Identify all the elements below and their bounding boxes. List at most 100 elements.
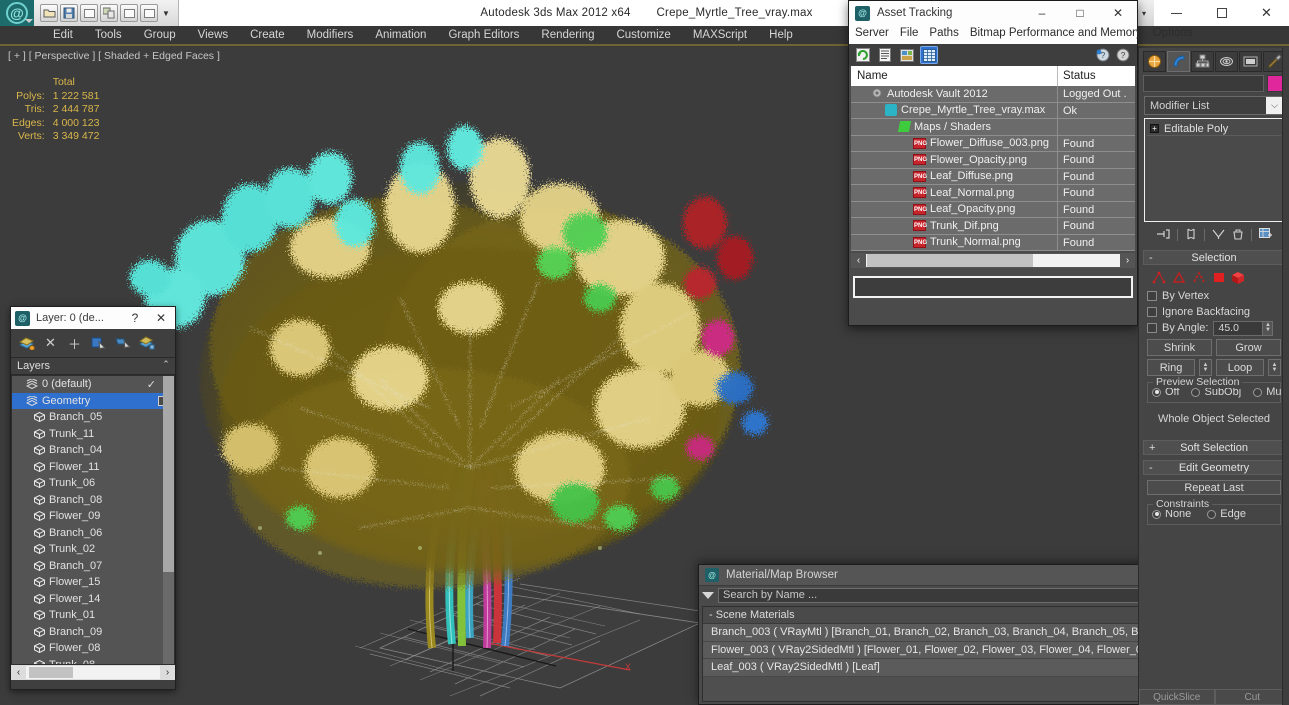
menu-item-views[interactable]: Views bbox=[187, 27, 239, 43]
menu-item-rendering[interactable]: Rendering bbox=[530, 27, 605, 43]
blank-icon-2[interactable] bbox=[140, 4, 158, 22]
help-chevron-down-icon[interactable]: ▾ bbox=[1138, 4, 1150, 22]
filter-chevron-down-icon[interactable] bbox=[702, 591, 714, 599]
ignore-backfacing-row[interactable]: Ignore Backfacing bbox=[1147, 304, 1281, 320]
asset-row[interactable]: PNG Leaf_Normal.png Found bbox=[851, 185, 1135, 202]
menu-item-customize[interactable]: Customize bbox=[605, 27, 681, 43]
asset-status-field[interactable] bbox=[853, 276, 1133, 298]
minimize-button[interactable] bbox=[1154, 0, 1199, 26]
by-vertex-row[interactable]: By Vertex bbox=[1147, 288, 1281, 304]
asset-table[interactable]: Name Status Autodesk Vault 2012 Logged Ou… bbox=[851, 66, 1135, 251]
expand-icon[interactable]: + bbox=[1150, 124, 1159, 133]
asset-row[interactable]: PNG Leaf_Opacity.png Found bbox=[851, 201, 1135, 218]
undo-icon[interactable] bbox=[80, 4, 98, 22]
blank-icon-1[interactable] bbox=[120, 4, 138, 22]
asset-menu-options[interactable]: Options bbox=[1153, 27, 1193, 39]
element-subobject-icon[interactable] bbox=[1231, 270, 1246, 284]
asset-row[interactable]: Maps / Shaders bbox=[851, 119, 1135, 136]
edit-geometry-toggle-icon[interactable]: - bbox=[1149, 462, 1153, 474]
asset-tracking-dialog[interactable]: @ Asset Tracking – □ ✕ Server File Paths Bi… bbox=[848, 0, 1192, 326]
hierarchy-tab[interactable] bbox=[1191, 50, 1214, 72]
menu-item-help[interactable]: Help bbox=[758, 27, 804, 43]
layer-row[interactable]: Branch_04 bbox=[12, 442, 174, 459]
layer-dialog-help-button[interactable]: ? bbox=[125, 311, 145, 325]
preview-off-radio[interactable] bbox=[1152, 387, 1161, 397]
create-tab[interactable] bbox=[1143, 50, 1166, 72]
chevron-down-icon[interactable]: ⌵ bbox=[1266, 97, 1283, 114]
modifier-list-dropdown[interactable]: Modifier List ⌵ bbox=[1144, 96, 1284, 115]
modify-tab[interactable] bbox=[1167, 50, 1190, 72]
remove-modifier-icon[interactable] bbox=[1232, 228, 1244, 243]
polygon-subobject-icon[interactable] bbox=[1211, 270, 1226, 284]
highlight-selected-objects-icon[interactable] bbox=[112, 333, 133, 354]
constraint-edge-radio[interactable] bbox=[1207, 509, 1217, 519]
constraint-none-radio[interactable] bbox=[1152, 509, 1161, 519]
asset-hscroll-thumb[interactable] bbox=[867, 254, 1033, 267]
layer-row[interactable]: Trunk_06 bbox=[12, 475, 174, 492]
table-view-icon[interactable] bbox=[920, 46, 938, 64]
asset-maximize-button[interactable]: □ bbox=[1061, 6, 1099, 20]
asset-menu-paths[interactable]: Paths bbox=[929, 27, 958, 39]
application-menu-button[interactable]: @ bbox=[0, 0, 34, 26]
asset-hscroll-track[interactable] bbox=[866, 254, 1120, 267]
layers-scroll-thumb[interactable] bbox=[163, 376, 174, 572]
edit-geometry-rollup-header[interactable]: - Edit Geometry bbox=[1143, 460, 1285, 475]
preview-multi-radio[interactable] bbox=[1253, 387, 1263, 397]
menu-item-tools[interactable]: Tools bbox=[84, 27, 133, 43]
refresh-icon[interactable] bbox=[855, 47, 871, 63]
by-vertex-checkbox[interactable] bbox=[1147, 291, 1157, 301]
command-panel[interactable]: Modifier List ⌵ + Editable Poly - Select… bbox=[1138, 48, 1289, 705]
layer-row[interactable]: Flower_14 bbox=[12, 591, 174, 608]
rollup-toggle-icon[interactable]: - bbox=[1149, 252, 1153, 264]
layer-row[interactable]: 0 (default) ✓ bbox=[12, 376, 174, 393]
group-toggle-icon[interactable]: - bbox=[709, 609, 713, 621]
open-file-icon[interactable] bbox=[40, 4, 58, 22]
layers-list[interactable]: 0 (default) ✓ Geometry Branch_05 Trunk_11 Bra… bbox=[11, 375, 175, 665]
asset-menu-file[interactable]: File bbox=[900, 27, 919, 39]
ring-button[interactable]: Ring bbox=[1147, 359, 1195, 376]
chevron-down-icon[interactable] bbox=[25, 19, 33, 23]
shrink-button[interactable]: Shrink bbox=[1147, 339, 1212, 356]
viewport-label[interactable]: [ + ] [ Perspective ] [ Shaded + Edged F… bbox=[8, 50, 220, 62]
asset-menu-server[interactable]: Server bbox=[855, 27, 889, 39]
asset-col-name[interactable]: Name bbox=[851, 66, 1057, 86]
select-objects-in-layer-icon[interactable] bbox=[88, 333, 109, 354]
delete-layer-icon[interactable]: ✕ bbox=[40, 333, 61, 354]
scroll-right-icon[interactable]: › bbox=[160, 667, 175, 678]
layer-row[interactable]: Trunk_11 bbox=[12, 426, 174, 443]
layer-row[interactable]: Flower_09 bbox=[12, 508, 174, 525]
asset-row[interactable]: PNG Flower_Diffuse_003.png Found bbox=[851, 135, 1135, 152]
menu-item-graph-editors[interactable]: Graph Editors bbox=[437, 27, 530, 43]
qat-chevron-down-icon[interactable]: ▼ bbox=[160, 4, 172, 22]
modifier-stack[interactable]: + Editable Poly bbox=[1144, 118, 1284, 222]
maximize-button[interactable] bbox=[1199, 0, 1244, 26]
layer-row[interactable]: Flower_11 bbox=[12, 459, 174, 476]
asset-scroll-left-icon[interactable]: ‹ bbox=[851, 255, 866, 266]
quickslice-button[interactable]: QuickSlice bbox=[1139, 689, 1215, 705]
asset-close-button[interactable]: ✕ bbox=[1099, 6, 1137, 20]
asset-row[interactable]: PNG Flower_Opacity.png Found bbox=[851, 152, 1135, 169]
menu-item-edit[interactable]: Edit bbox=[42, 27, 84, 43]
close-button[interactable]: ✕ bbox=[1244, 0, 1289, 26]
loop-spinner[interactable]: ▲ ▼ bbox=[1268, 359, 1281, 376]
menu-item-create[interactable]: Create bbox=[239, 27, 296, 43]
layer-row[interactable]: Flower_08 bbox=[12, 640, 174, 657]
scroll-left-icon[interactable]: ‹ bbox=[11, 667, 26, 678]
layer-row[interactable]: Branch_07 bbox=[12, 558, 174, 575]
layer-row[interactable]: Branch_06 bbox=[12, 525, 174, 542]
hscroll-track[interactable] bbox=[26, 666, 160, 679]
ring-spinner[interactable]: ▲ ▼ bbox=[1199, 359, 1212, 376]
asset-row[interactable]: Autodesk Vault 2012 Logged Out . bbox=[851, 86, 1135, 103]
vertex-subobject-icon[interactable] bbox=[1151, 270, 1166, 284]
asset-minimize-button[interactable]: – bbox=[1023, 6, 1061, 20]
asset-horizontal-scrollbar[interactable]: ‹ › bbox=[851, 253, 1135, 268]
menu-item-modifiers[interactable]: Modifiers bbox=[296, 27, 365, 43]
asset-menu-bitmap-performance[interactable]: Bitmap Performance and Memory bbox=[970, 27, 1142, 39]
asset-row[interactable]: PNG Leaf_Diffuse.png Found bbox=[851, 168, 1135, 185]
preview-subobj-radio[interactable] bbox=[1191, 387, 1201, 397]
layer-visible-check-icon[interactable]: ✓ bbox=[147, 378, 156, 391]
by-angle-row[interactable]: By Angle: 45.0 ▲ ▼ bbox=[1147, 320, 1281, 336]
layer-row[interactable]: Geometry bbox=[12, 392, 174, 409]
configure-modifier-sets-icon[interactable] bbox=[1258, 227, 1273, 243]
menu-item-maxscript[interactable]: MAXScript bbox=[682, 27, 758, 43]
